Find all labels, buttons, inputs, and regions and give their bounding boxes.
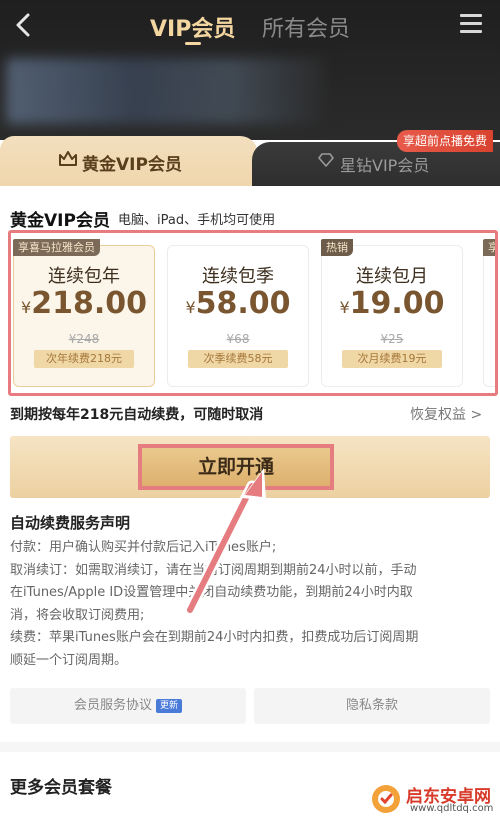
menu-icon[interactable]	[460, 14, 482, 34]
plan-card-quarterly[interactable]: 连续包季 ¥58.00 ¥68 次季续费58元	[167, 245, 309, 387]
plan-card-tag: 享	[483, 239, 495, 256]
advance-screening-badge: 享超前点播免费	[397, 130, 494, 152]
open-now-button[interactable]: 立即开通	[138, 444, 334, 490]
statement-title: 自动续费服务声明	[10, 514, 131, 532]
plan-card-monthly[interactable]: 热销 连续包月 ¥19.00 ¥25 次月续费19元	[321, 239, 463, 387]
back-arrow-icon[interactable]	[12, 10, 36, 40]
plan-card-price: ¥19.00	[339, 286, 445, 321]
plan-options-highlight: 享喜马拉雅会员 连续包年 ¥218.00 ¥248 次年续费218元 连续包季 …	[8, 230, 498, 396]
restore-benefits-link[interactable]: 恢复权益 >	[410, 404, 482, 424]
tab-active-indicator	[185, 42, 201, 45]
statement-body: 付款：用户确认购买并付款后记入iTunes账户; 取消续订：如需取消续订，请在当…	[10, 537, 492, 672]
statement-line: 付款：用户确认购买并付款后记入iTunes账户;	[10, 540, 277, 555]
plan-card-tag: 热销	[321, 239, 353, 256]
plan-card-tag: 享喜马拉雅会员	[13, 239, 100, 256]
diamond-icon	[318, 153, 334, 167]
statement-line: 续费：苹果iTunes账户会在到期前24小时内扣费，扣费成功后订阅周期	[10, 630, 419, 645]
auto-renew-note: 到期按每年218元自动续费，可随时取消	[10, 407, 264, 423]
plan-subtitle: 电脑、iPad、手机均可使用	[118, 213, 276, 228]
plan-card-original-price: ¥248	[68, 332, 100, 346]
tab-all-members[interactable]: 所有会员	[262, 11, 350, 43]
watermark-logo-icon	[372, 785, 400, 813]
plan-card-name: 连续包月	[356, 266, 428, 287]
plan-card-original-price: ¥25	[380, 332, 404, 346]
new-badge: 更新	[156, 698, 183, 713]
plan-card-renew-note: 次季续费58元	[188, 350, 288, 368]
statement-line: 消，将会收取订阅费用;	[10, 607, 145, 623]
plan-card-renew-note: 次年续费218元	[34, 350, 134, 368]
plan-card-renew-note: 次月续费19元	[342, 350, 442, 368]
plan-card-original-price: ¥68	[226, 332, 250, 346]
member-agreement-link[interactable]: 会员服务协议 更新	[10, 688, 246, 724]
agreement-label: 会员服务协议	[73, 698, 152, 713]
plan-card-name: 连续包年	[48, 266, 120, 287]
plan-card-price: ¥58.00	[185, 286, 291, 321]
plan-title: 黄金VIP会员	[10, 211, 110, 231]
tab-vip-member[interactable]: VIP会员	[150, 11, 235, 43]
plan-card-name: 连续包季	[202, 266, 274, 287]
crown-icon	[59, 151, 77, 166]
plan-card-price: ¥218.00	[21, 286, 147, 321]
tab-gold-label: 黄金VIP会员	[82, 155, 182, 175]
section-divider	[0, 742, 500, 752]
tab-star-label: 星钻VIP会员	[340, 156, 430, 175]
top-nav: VIP会员 所有会员	[0, 0, 500, 50]
watermark-url: www.qdltdq.com	[410, 803, 494, 814]
plan-card-yearly[interactable]: 享喜马拉雅会员 连续包年 ¥218.00 ¥248 次年续费218元	[13, 239, 155, 387]
plan-card-partial[interactable]: 享	[483, 239, 495, 387]
privacy-terms-link[interactable]: 隐私条款	[254, 688, 490, 724]
statement-line: 在iTunes/Apple ID设置管理中关闭自动续费功能，到期前24小时内取	[10, 585, 413, 600]
statement-line: 取消续订：如需取消续订，请在当前订阅周期到期前24小时以前，手动	[10, 562, 417, 578]
app-header: VIP会员 所有会员	[0, 0, 500, 140]
statement-line: 顺延一个订阅周期。	[10, 652, 128, 668]
more-plans-title: 更多会员套餐	[10, 778, 112, 798]
user-profile-blurred	[6, 58, 326, 124]
